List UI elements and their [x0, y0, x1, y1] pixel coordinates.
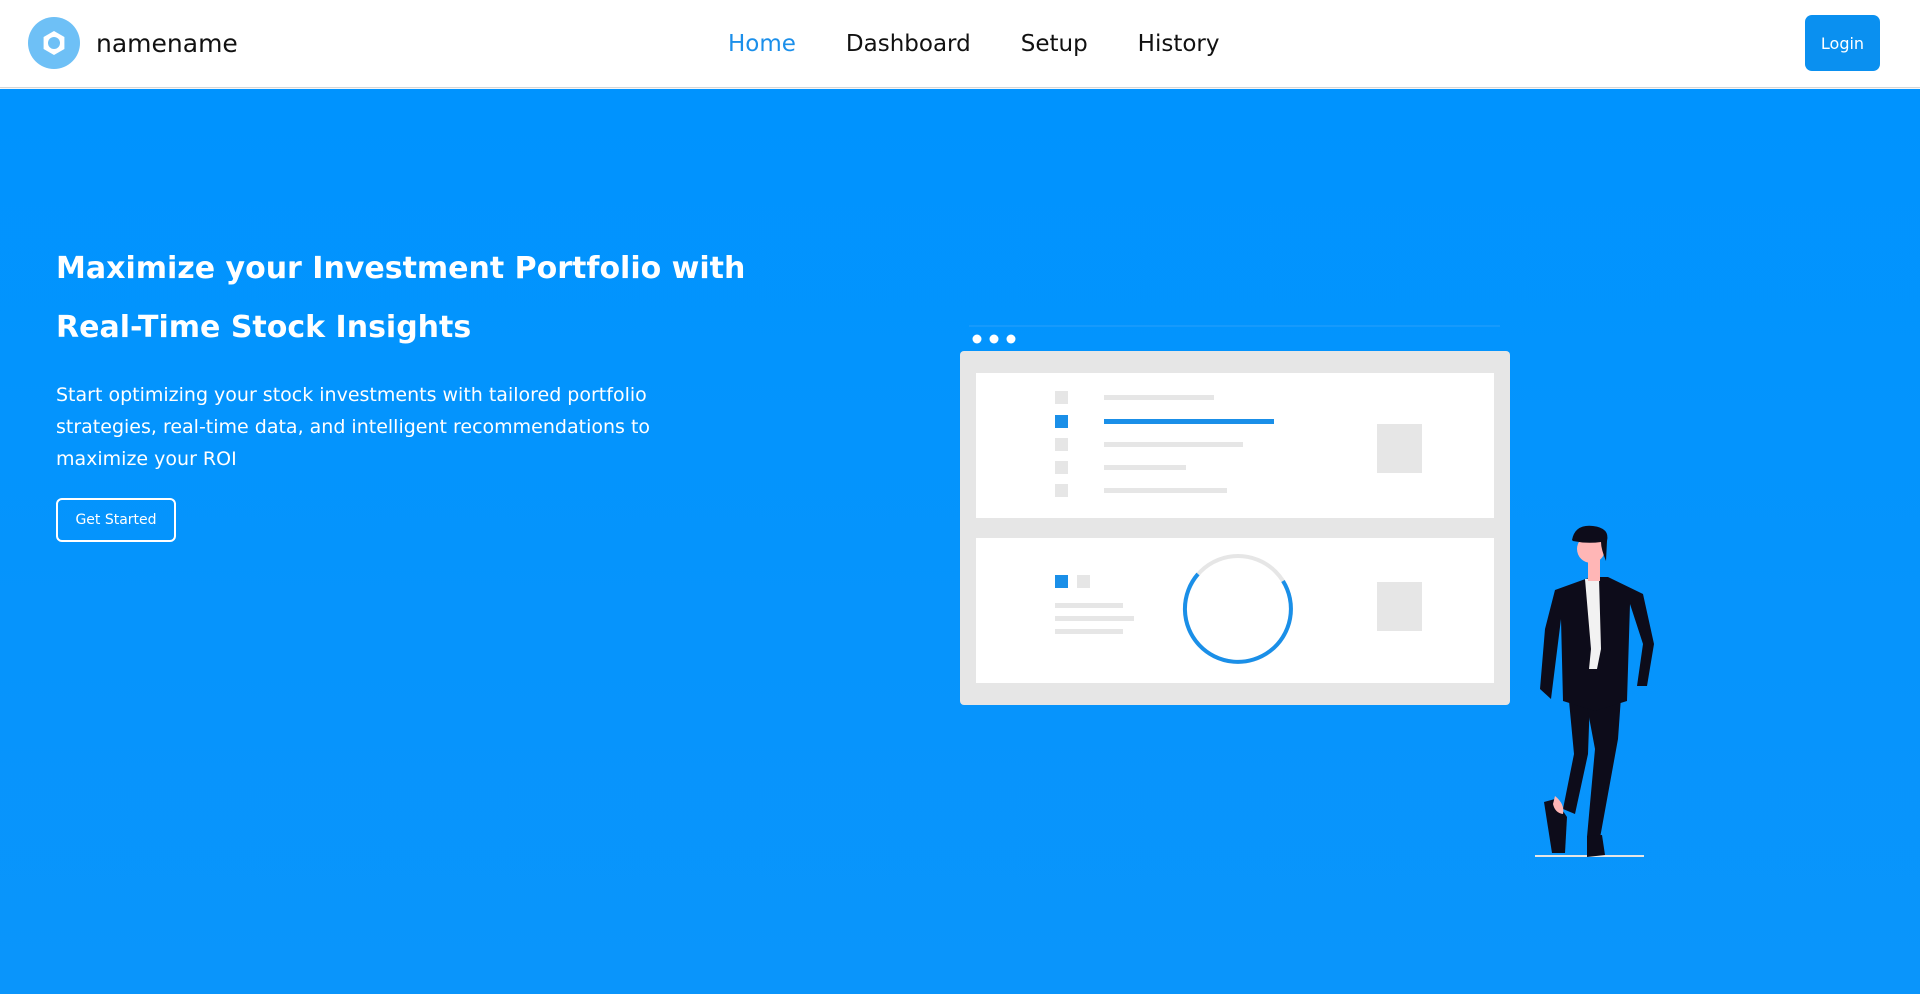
nav-item-setup[interactable]: Setup — [1021, 28, 1088, 60]
hero-description: Start optimizing your stock investments … — [56, 384, 651, 470]
hero-section: Maximize your Investment Portfolio with … — [0, 89, 1920, 994]
dashboard-illustration — [960, 325, 1654, 857]
businessman-figure — [1535, 525, 1654, 857]
brand-name: namename — [96, 28, 238, 58]
window-dots-icon — [972, 334, 1016, 344]
nav-item-dashboard[interactable]: Dashboard — [846, 28, 971, 60]
top-navbar: namename Home Dashboard Setup History Lo… — [0, 0, 1920, 88]
brand[interactable]: namename — [28, 17, 238, 69]
login-button[interactable]: Login — [1805, 15, 1880, 71]
nav-item-history[interactable]: History — [1138, 28, 1220, 60]
get-started-button[interactable]: Get Started — [56, 498, 176, 542]
main-nav: Home Dashboard Setup History — [728, 28, 1270, 60]
nav-item-home[interactable]: Home — [728, 28, 796, 60]
hexagon-ring-icon — [28, 17, 80, 69]
hero-title: Maximize your Investment Portfolio with … — [56, 251, 746, 345]
